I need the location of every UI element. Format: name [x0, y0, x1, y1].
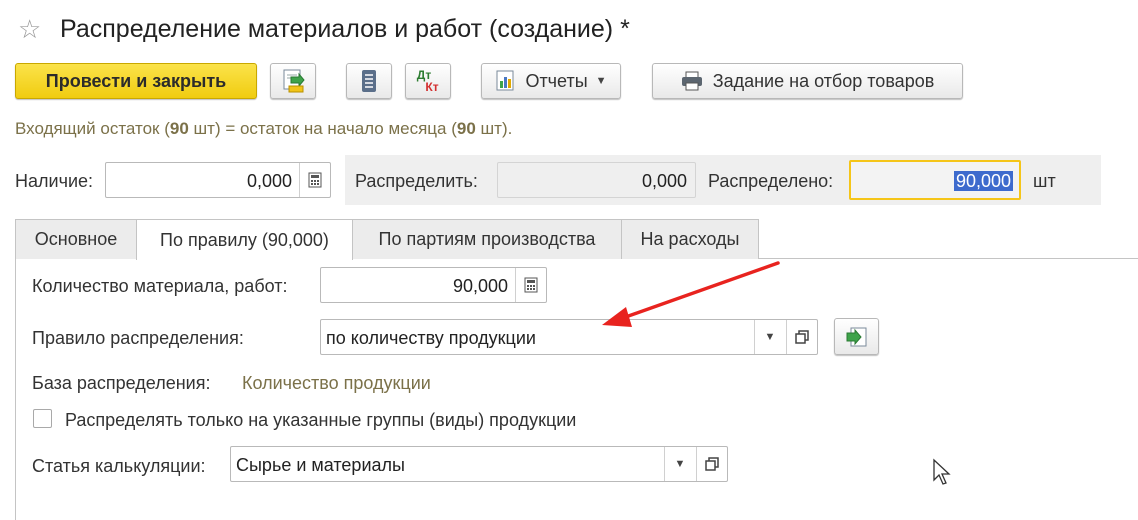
tab-by-rule[interactable]: По правилу (90,000) [136, 219, 353, 260]
list-icon [362, 70, 376, 92]
fill-icon [846, 327, 866, 346]
to-distribute-label: Распределить: [355, 171, 478, 191]
post-and-close-button[interactable]: Провести и закрыть [15, 63, 257, 99]
groups-only-checkbox[interactable] [33, 409, 52, 428]
dt-kt-icon-bottom: Кт [425, 80, 439, 94]
post-document-button[interactable] [270, 63, 316, 99]
reports-icon [496, 70, 514, 91]
fill-distribution-button[interactable] [834, 318, 879, 355]
cost-item-select[interactable]: Сырье и материалы ▼ [230, 446, 728, 482]
goods-selection-task-button[interactable]: Задание на отбор товаров [652, 63, 963, 99]
open-item-icon[interactable] [696, 447, 727, 481]
groups-only-checkbox-label[interactable]: Распределять только на указанные группы … [65, 409, 576, 431]
tab-by-production-batches[interactable]: По партиям производства [352, 219, 622, 259]
calculator-icon[interactable] [515, 268, 546, 302]
base-value: Количество продукции [242, 373, 431, 393]
availability-field[interactable]: 0,000 [105, 162, 331, 198]
distributed-field[interactable]: 90,000 [849, 160, 1021, 200]
printer-icon [681, 71, 702, 91]
annotation-arrow-icon [602, 261, 780, 327]
opening-balance-info: Входящий остаток (90 шт) = остаток на на… [15, 119, 513, 138]
post-document-icon [283, 69, 305, 93]
mouse-cursor-icon [933, 458, 951, 485]
cost-item-label: Статья калькуляции: [32, 456, 206, 476]
page-title: Распределение материалов и работ (создан… [60, 15, 630, 43]
quantity-field[interactable]: 90,000 [320, 267, 547, 303]
rule-label: Правило распределения: [32, 328, 244, 348]
distributed-label: Распределено: [708, 171, 834, 191]
chevron-down-icon: ▼ [595, 75, 607, 87]
quantity-label: Количество материала, работ: [32, 276, 288, 296]
favorite-star-icon[interactable]: ☆ [18, 14, 41, 44]
tab-to-expenses[interactable]: На расходы [621, 219, 759, 259]
calculator-icon[interactable] [299, 163, 330, 197]
reports-dropdown-button[interactable]: Отчеты ▼ [481, 63, 621, 99]
distributed-unit: шт [1033, 171, 1056, 191]
tab-main[interactable]: Основное [15, 219, 137, 259]
chevron-down-icon[interactable]: ▼ [664, 447, 695, 481]
goods-selection-label: Задание на отбор товаров [712, 70, 935, 91]
base-label: База распределения: [32, 373, 211, 393]
tab-panel-border [15, 258, 16, 520]
document-list-button[interactable] [346, 63, 392, 99]
dt-kt-postings-button[interactable]: Дт Кт [405, 63, 451, 99]
to-distribute-field: 0,000 [497, 162, 696, 198]
reports-label: Отчеты [525, 70, 588, 91]
open-item-icon[interactable] [786, 320, 817, 354]
availability-label: Наличие: [15, 171, 94, 191]
